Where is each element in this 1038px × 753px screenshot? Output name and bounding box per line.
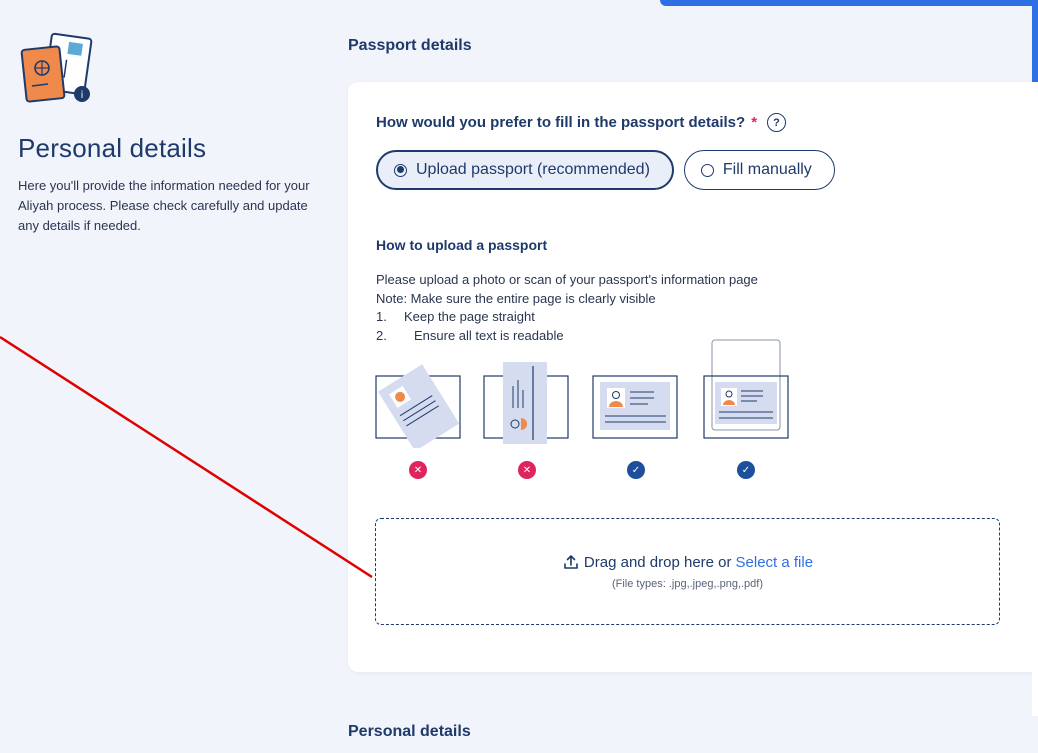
passports-illustration-icon: i [20,32,93,103]
radio-empty-icon [700,163,714,177]
page-description: Here you'll provide the information need… [18,178,310,233]
upload-icon [564,555,578,569]
dropzone-prompt: Drag and drop here or Select a file [562,553,813,571]
fill-method-options: Upload passport (recommended) Fill manua… [376,150,835,190]
fill-method-question: How would you prefer to fill in the pass… [376,113,787,132]
passport-card: How would you prefer to fill in the pass… [348,82,1038,672]
passport-in-sleeve-icon [703,339,789,439]
passport-section-heading: Passport details [348,37,472,54]
rotated-passport-icon [483,362,569,444]
file-dropzone[interactable]: Drag and drop here or Select a file (Fil… [375,518,1000,625]
window-accent-top [660,0,1038,6]
page-title: Personal details [18,133,207,163]
select-file-link[interactable]: Select a file [736,554,814,571]
invalid-x-icon: ✕ [518,461,536,479]
instruction-step: 2. Ensure all text is readable [376,327,758,346]
dropzone-text: Drag and drop here or [583,553,732,571]
instruction-step: 1. Keep the page straight [376,308,758,327]
required-asterisk: * [751,114,758,131]
step-text: Keep the page straight [404,309,535,324]
invalid-x-icon: ✕ [409,461,427,479]
upload-instructions: Please upload a photo or scan of your pa… [376,271,758,345]
step-number: 2. [376,327,387,343]
how-to-upload-title: How to upload a passport [376,237,548,253]
valid-check-icon: ✓ [737,461,755,479]
help-icon[interactable]: ? [767,113,787,132]
radio-selected-icon [394,163,407,177]
option-label: Upload passport (recommended) [416,161,650,178]
instruction-note: Note: Make sure the entire page is clear… [376,290,656,306]
upload-passport-option[interactable]: Upload passport (recommended) [376,150,674,190]
fill-manually-option[interactable]: Fill manually [683,150,835,190]
option-label: Fill manually [722,161,812,178]
step-text: Ensure all text is readable [414,327,564,343]
tilted-passport-icon [375,364,461,448]
right-side-panel [1032,556,1038,716]
valid-check-icon: ✓ [627,461,645,479]
instruction-line: Please upload a photo or scan of your pa… [376,272,758,287]
intro-panel: i Personal details Here you'll provide t… [18,30,318,236]
passport-photo-examples: ✕ ✕ ✓ ✓ [375,339,795,498]
straight-passport-icon [592,375,678,439]
personal-section-heading: Personal details [348,723,471,740]
file-types-hint: (File types: .jpg,.jpeg,.png,.pdf) [611,578,764,590]
question-text: How would you prefer to fill in the pass… [376,114,746,131]
step-number: 1. [376,309,387,324]
svg-text:i: i [81,90,84,101]
